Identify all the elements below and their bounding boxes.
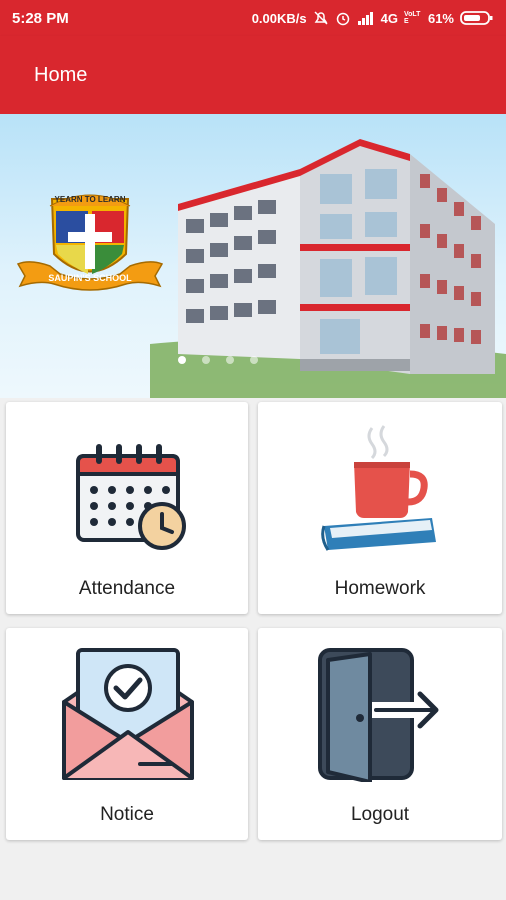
battery-icon	[460, 11, 493, 25]
battery-percent: 61%	[427, 10, 454, 26]
tile-label: Logout	[350, 804, 410, 825]
mute-icon	[314, 11, 328, 25]
notice-tile[interactable]: Notice	[6, 628, 248, 840]
alarm-icon	[336, 12, 349, 26]
homework-tile[interactable]: Homework	[258, 402, 502, 614]
logout-tile[interactable]: Logout	[258, 628, 502, 840]
status-time: 5:28 PM	[12, 9, 69, 27]
signal-icon	[357, 12, 373, 25]
attendance-tile[interactable]: Attendance	[6, 402, 248, 614]
app-bar: Home	[0, 36, 506, 114]
logo-motto-top: YEARN TO LEARN	[55, 195, 126, 204]
carousel-indicator[interactable]	[178, 356, 258, 364]
carousel-dot[interactable]	[250, 356, 258, 364]
carousel-dot[interactable]	[226, 356, 234, 364]
school-logo: SAUPIN'S SCHOOL YEARN TO LEARN	[16, 194, 164, 291]
carousel-dot[interactable]	[202, 356, 210, 364]
volte-badge: VoLTE	[403, 11, 421, 25]
tile-label: Attendance	[78, 578, 176, 599]
school-building-image	[178, 139, 495, 374]
logo-motto-bottom: SAUPIN'S SCHOOL	[48, 273, 132, 283]
network-type: 4G	[380, 10, 398, 26]
network-speed: 0.00KB/s	[251, 10, 307, 26]
tile-label: Homework	[334, 578, 426, 599]
page-title: Home	[34, 63, 88, 86]
tile-label: Notice	[100, 804, 154, 825]
calendar-clock-icon	[76, 444, 186, 550]
mug-book-icon	[321, 425, 436, 551]
envelope-check-icon	[62, 648, 194, 780]
status-icons: 0.00KB/s 4G VoLTE 61%	[252, 10, 494, 26]
status-bar: 5:28 PM 0.00KB/s 4G VoLTE 61%	[0, 0, 506, 36]
carousel-dot[interactable]	[178, 356, 186, 364]
door-exit-icon	[318, 648, 439, 782]
